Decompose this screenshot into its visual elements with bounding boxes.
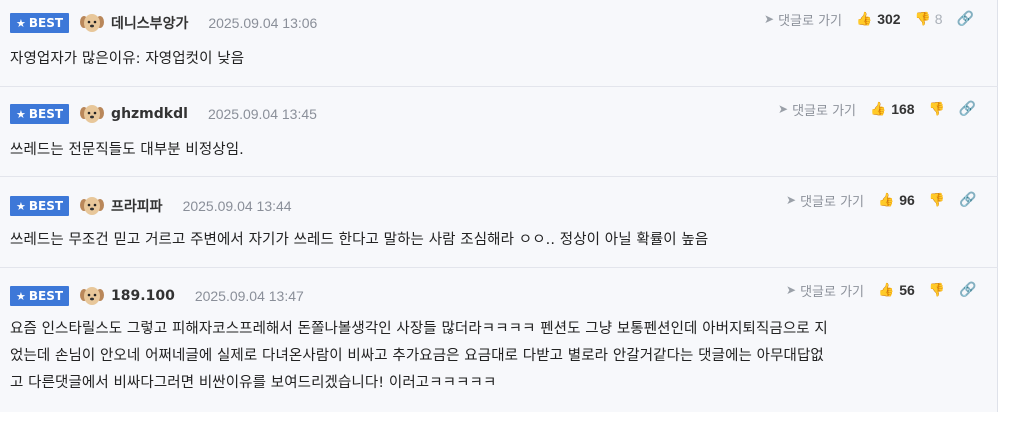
like-count: 56 [899, 282, 915, 298]
thumbs-up-icon[interactable]: 👍 [878, 283, 894, 298]
comment-header: ★ BEST 데니스부앙가 2025.09.04 13:06 [10, 11, 317, 35]
link-icon[interactable]: 🔗 [959, 101, 976, 117]
thumbs-down-icon[interactable]: 👎 [929, 102, 945, 117]
comment-text: 자영업자가 많은이유: 자영업컷이 낮음 [10, 51, 245, 67]
nickname[interactable]: 데니스부앙가 [111, 13, 188, 33]
go-to-reply-link[interactable]: 댓글로 가기 [800, 191, 864, 210]
comment-header: ★ BEST 프라피파 2025.09.04 13:44 [10, 194, 292, 218]
best-badge-label: BEST [28, 289, 64, 303]
dislike-count: 8 [934, 11, 943, 27]
comment-date: 2025.09.04 13:45 [207, 106, 317, 122]
best-badge-label: BEST [28, 16, 64, 30]
best-badge-label: BEST [28, 107, 64, 121]
go-to-reply-link[interactable]: 댓글로 가기 [800, 281, 864, 300]
like-count: 168 [891, 101, 915, 117]
comment-item: ★ BEST 데니스부앙가 2025.09.04 13:06 ➤ 댓글로 가기 👍… [0, 0, 998, 87]
comment-item: ★ BEST 프라피파 2025.09.04 13:44 ➤ 댓글로 가기 👍 9… [0, 177, 998, 268]
comment-text: 쓰레드는 무조건 믿고 거르고 주변에서 자기가 쓰레드 한다고 말하는 사람 … [10, 232, 709, 248]
comment-actions: ➤ 댓글로 가기 👍 302 👎 8 🔗 [764, 9, 974, 29]
thumbs-up-icon[interactable]: 👍 [856, 12, 872, 27]
best-badge-label: BEST [28, 199, 64, 213]
best-badge: ★ BEST [10, 286, 70, 306]
star-icon: ★ [16, 199, 26, 213]
like-count: 302 [877, 11, 901, 27]
send-icon[interactable]: ➤ [786, 283, 796, 297]
avatar[interactable] [79, 285, 105, 307]
nickname[interactable]: ghzmdkdl [111, 106, 188, 122]
avatar[interactable] [79, 12, 105, 34]
star-icon: ★ [16, 107, 26, 121]
comment-actions: ➤ 댓글로 가기 👍 56 👎 🔗 [786, 280, 976, 300]
thumbs-down-icon[interactable]: 👎 [915, 12, 931, 27]
send-icon[interactable]: ➤ [778, 102, 788, 116]
comment-text-line: 었는데 손님이 안오네 어쩌네글에 실제로 다녀온사람이 비싸고 추가요금은 요… [10, 348, 824, 364]
send-icon[interactable]: ➤ [786, 193, 796, 207]
comment-date: 2025.09.04 13:06 [208, 15, 318, 31]
comment-item: ★ BEST ghzmdkdl 2025.09.04 13:45 ➤ 댓글로 가기… [0, 87, 998, 177]
comment-list: ★ BEST 데니스부앙가 2025.09.04 13:06 ➤ 댓글로 가기 👍… [0, 0, 998, 412]
avatar[interactable] [79, 103, 105, 125]
comment-text-line: 고 다른댓글에서 비싸다그러면 비싼이유를 보여드리겠습니다! 이러고ㅋㅋㅋㅋㅋ [10, 375, 497, 391]
best-badge: ★ BEST [10, 196, 70, 216]
comment-date: 2025.09.04 13:47 [194, 288, 304, 304]
go-to-reply-link[interactable]: 댓글로 가기 [792, 100, 856, 119]
avatar[interactable] [79, 195, 105, 217]
link-icon[interactable]: 🔗 [959, 192, 976, 208]
comment-text: 요즘 인스타릴스도 그렇고 피해자코스프레해서 돈쫄나볼생각인 사장들 많더라ㅋ… [10, 316, 992, 397]
comment-header: ★ BEST ghzmdkdl 2025.09.04 13:45 [10, 102, 317, 126]
comment-actions: ➤ 댓글로 가기 👍 96 👎 🔗 [786, 190, 976, 210]
nickname[interactable]: 189.100 [111, 288, 175, 304]
star-icon: ★ [16, 289, 26, 303]
thumbs-down-icon[interactable]: 👎 [929, 283, 945, 298]
star-icon: ★ [16, 16, 26, 30]
comment-text-line: 요즘 인스타릴스도 그렇고 피해자코스프레해서 돈쫄나볼생각인 사장들 많더라ㅋ… [10, 321, 828, 337]
link-icon[interactable]: 🔗 [959, 282, 976, 298]
thumbs-up-icon[interactable]: 👍 [870, 102, 886, 117]
best-badge: ★ BEST [10, 104, 70, 124]
nickname[interactable]: 프라피파 [111, 196, 163, 216]
comment-date: 2025.09.04 13:44 [182, 198, 292, 214]
comment-text: 쓰레드는 전문직들도 대부분 비정상임. [10, 142, 244, 158]
link-icon[interactable]: 🔗 [957, 11, 974, 27]
go-to-reply-link[interactable]: 댓글로 가기 [778, 10, 842, 29]
like-count: 96 [899, 192, 915, 208]
comment-header: ★ BEST 189.100 2025.09.04 13:47 [10, 284, 304, 308]
comment-item: ★ BEST 189.100 2025.09.04 13:47 ➤ 댓글로 가기 … [0, 268, 998, 410]
thumbs-down-icon[interactable]: 👎 [929, 193, 945, 208]
send-icon[interactable]: ➤ [764, 12, 774, 26]
thumbs-up-icon[interactable]: 👍 [878, 193, 894, 208]
best-badge: ★ BEST [10, 13, 70, 33]
comment-actions: ➤ 댓글로 가기 👍 168 👎 🔗 [778, 99, 976, 119]
